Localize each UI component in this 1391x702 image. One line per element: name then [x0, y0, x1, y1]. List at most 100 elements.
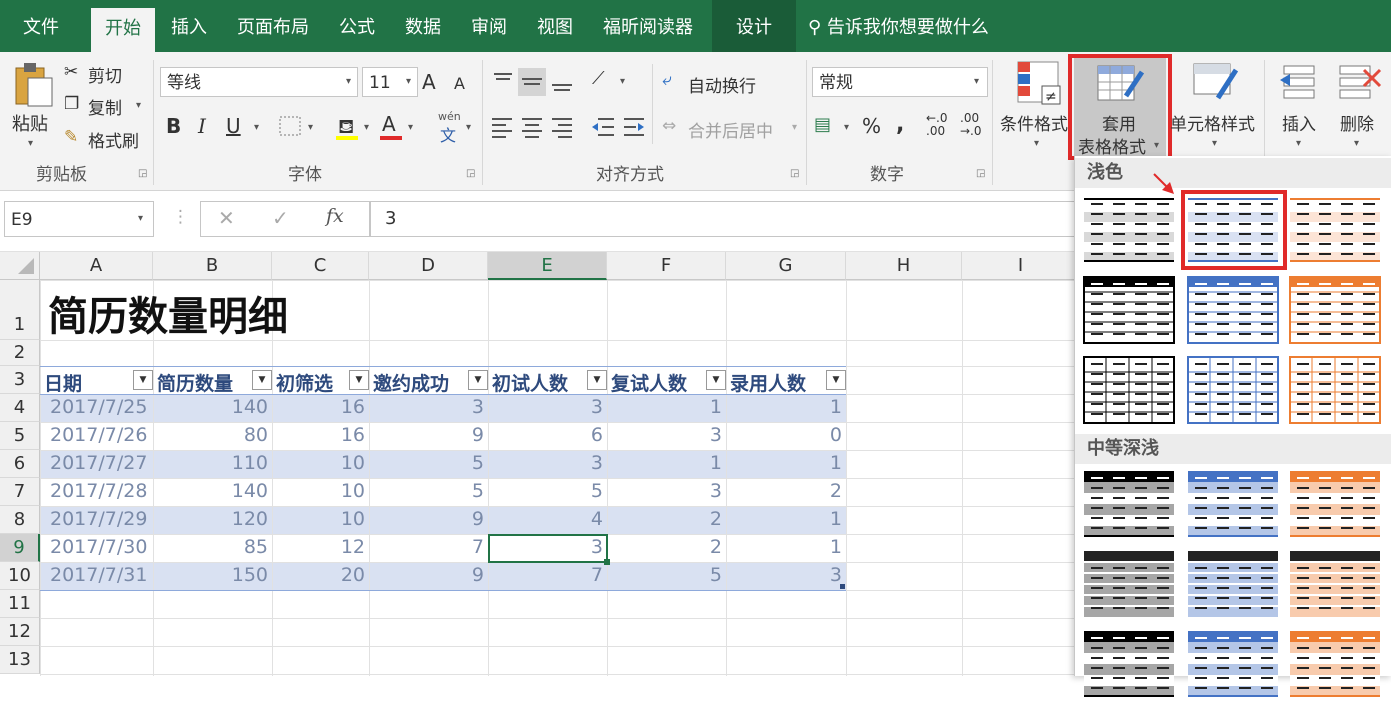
row-header[interactable]: 8 — [0, 506, 40, 534]
table-style-swatch[interactable] — [1289, 630, 1381, 698]
table-cell[interactable]: 12 — [272, 536, 369, 558]
table-style-swatch[interactable] — [1289, 550, 1381, 618]
conditional-format-icon[interactable]: ≠ — [1014, 60, 1064, 106]
table-cell[interactable]: 120 — [153, 508, 272, 530]
copy-button[interactable]: 复制 — [88, 94, 122, 119]
font-launcher-icon[interactable]: ◲ — [466, 168, 475, 179]
table-cell[interactable]: 7 — [488, 564, 607, 586]
tab-review[interactable]: 审阅 — [460, 0, 518, 52]
table-cell[interactable]: 10 — [272, 508, 369, 530]
row-header[interactable]: 7 — [0, 478, 40, 506]
table-cell[interactable]: 2017/7/26 — [40, 424, 153, 446]
cell-styles-icon[interactable] — [1192, 60, 1242, 106]
table-cell[interactable]: 2 — [607, 508, 726, 530]
column-header[interactable]: A — [40, 252, 153, 280]
table-cell[interactable]: 16 — [272, 396, 369, 418]
table-style-swatch[interactable] — [1289, 276, 1381, 344]
row-header[interactable]: 11 — [0, 590, 40, 618]
table-header-cell[interactable]: 复试人数 — [611, 369, 687, 396]
table-cell[interactable]: 2017/7/28 — [40, 480, 153, 502]
cell-styles-button[interactable]: 单元格样式 — [1170, 110, 1255, 135]
table-style-swatch[interactable] — [1289, 356, 1381, 424]
table-style-swatch[interactable] — [1083, 356, 1175, 424]
wrap-text-button[interactable]: 自动换行 — [688, 72, 756, 97]
formula-input[interactable]: 3 — [370, 201, 1080, 237]
table-style-swatch[interactable] — [1289, 470, 1381, 538]
decrease-decimal-button[interactable]: .00 →.0 — [960, 112, 982, 138]
percent-button[interactable]: % — [862, 114, 881, 138]
row-header[interactable]: 3 — [0, 366, 40, 394]
table-cell[interactable]: 0 — [726, 424, 846, 446]
fill-handle[interactable] — [604, 559, 610, 565]
table-cell[interactable]: 2017/7/29 — [40, 508, 153, 530]
row-header[interactable]: 10 — [0, 562, 40, 590]
insert-cells-button[interactable]: 插入 — [1282, 110, 1316, 135]
table-cell[interactable]: 1 — [607, 396, 726, 418]
table-header-cell[interactable]: 初筛选 — [276, 369, 333, 396]
vertical-align-icons[interactable] — [490, 68, 576, 96]
name-box[interactable]: E9 — [4, 201, 154, 237]
table-cell[interactable]: 3 — [726, 564, 846, 586]
select-all-corner[interactable] — [0, 252, 40, 280]
table-cell[interactable]: 2 — [607, 536, 726, 558]
underline-button[interactable]: U — [226, 114, 241, 138]
table-cell[interactable]: 110 — [153, 452, 272, 474]
phonetic-guide-button[interactable]: 文 — [440, 122, 456, 146]
table-cell[interactable]: 2017/7/27 — [40, 452, 153, 474]
table-style-swatch[interactable] — [1083, 630, 1175, 698]
filter-dropdown-icon[interactable]: ▼ — [587, 370, 607, 390]
cancel-icon[interactable]: ✕ — [218, 206, 235, 230]
row-header[interactable]: 5 — [0, 422, 40, 450]
format-painter-button[interactable]: 格式刷 — [88, 127, 139, 152]
number-launcher-icon[interactable]: ◲ — [976, 168, 985, 179]
row-header[interactable]: 12 — [0, 618, 40, 646]
insert-cells-icon[interactable] — [1278, 62, 1322, 102]
table-cell[interactable]: 80 — [153, 424, 272, 446]
cut-button[interactable]: 剪切 — [88, 62, 122, 87]
table-header-cell[interactable]: 邀约成功 — [373, 369, 449, 396]
row-header[interactable]: 1 — [0, 280, 40, 340]
increase-decimal-button[interactable]: ←.0 .00 — [926, 112, 948, 138]
row-header[interactable]: 9 — [0, 534, 40, 562]
alignment-launcher-icon[interactable]: ◲ — [790, 168, 799, 179]
shrink-font-button[interactable]: A — [454, 74, 465, 93]
table-cell[interactable]: 16 — [272, 424, 369, 446]
tab-formulas[interactable]: 公式 — [328, 0, 386, 52]
table-cell[interactable]: 2017/7/25 — [40, 396, 153, 418]
table-style-swatch[interactable] — [1187, 550, 1279, 618]
table-style-swatch[interactable] — [1187, 356, 1279, 424]
table-style-swatch[interactable] — [1083, 196, 1175, 264]
table-cell[interactable]: 5 — [369, 452, 488, 474]
table-cell[interactable]: 140 — [153, 396, 272, 418]
table-cell[interactable]: 9 — [369, 424, 488, 446]
filter-dropdown-icon[interactable]: ▼ — [706, 370, 726, 390]
row-header[interactable]: 2 — [0, 340, 40, 366]
table-cell[interactable]: 140 — [153, 480, 272, 502]
orientation-icon[interactable]: ⟋ — [592, 68, 605, 89]
delete-cells-button[interactable]: 删除 — [1340, 110, 1374, 135]
insert-function-button[interactable]: fx — [326, 205, 344, 227]
table-cell[interactable]: 5 — [488, 480, 607, 502]
filter-dropdown-icon[interactable]: ▼ — [133, 370, 153, 390]
tab-data[interactable]: 数据 — [394, 0, 452, 52]
tab-design[interactable]: 设计 — [712, 0, 796, 52]
filter-dropdown-icon[interactable]: ▼ — [252, 370, 272, 390]
table-cell[interactable]: 2017/7/31 — [40, 564, 153, 586]
table-header-cell[interactable]: 简历数量 — [157, 369, 233, 396]
table-cell[interactable]: 85 — [153, 536, 272, 558]
grow-font-button[interactable]: A — [422, 70, 436, 94]
row-header[interactable]: 13 — [0, 646, 40, 674]
row-header[interactable]: 6 — [0, 450, 40, 478]
table-style-swatch[interactable] — [1187, 470, 1279, 538]
table-cell[interactable]: 10 — [272, 452, 369, 474]
table-cell[interactable]: 9 — [369, 508, 488, 530]
table-style-swatch[interactable] — [1289, 196, 1381, 264]
tab-foxit-reader[interactable]: 福昕阅读器 — [594, 0, 702, 52]
column-header[interactable]: E — [488, 252, 607, 280]
table-cell[interactable]: 10 — [272, 480, 369, 502]
table-cell[interactable]: 2017/7/30 — [40, 536, 153, 558]
worksheet-grid[interactable]: A B C D E F G H I 1 2 3 4 5 6 7 8 9 10 11 12 13 简历数量明细 日期 ▼ 简历数量 ▼… — [0, 252, 1081, 676]
merge-center-button[interactable]: 合并后居中 — [688, 117, 773, 142]
table-cell[interactable]: 1 — [726, 396, 846, 418]
column-header[interactable]: F — [607, 252, 726, 280]
